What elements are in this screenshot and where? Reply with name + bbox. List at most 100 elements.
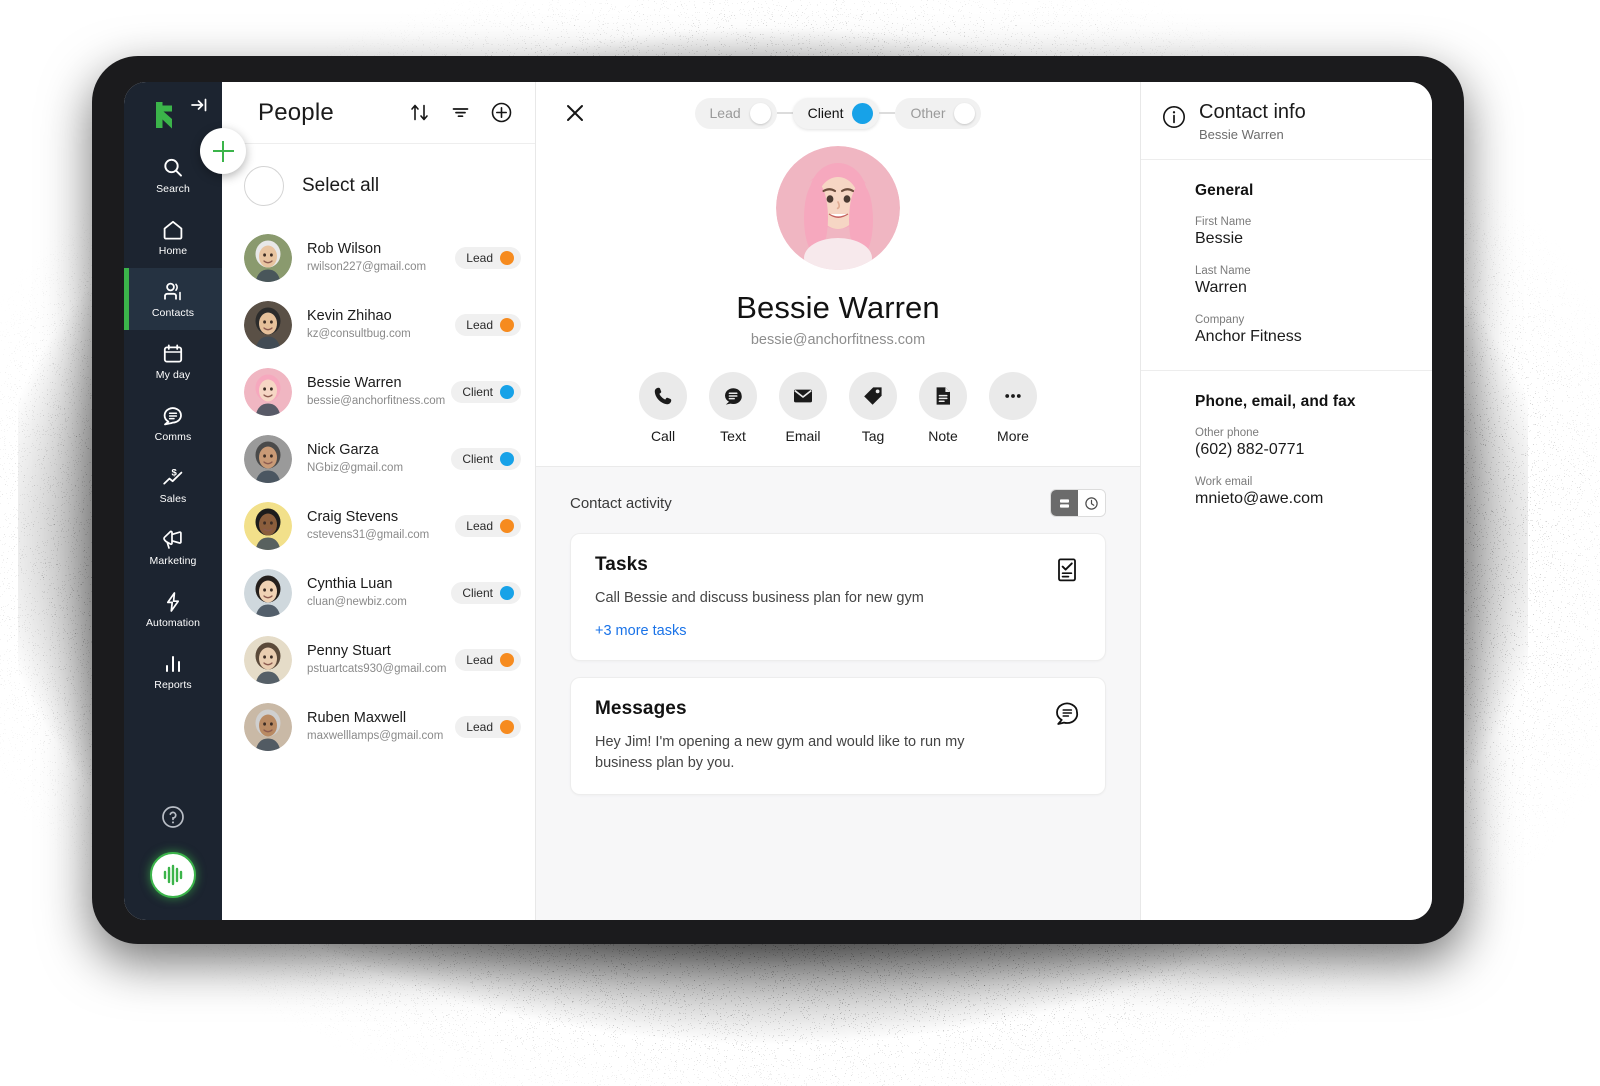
status-badge-label: Client	[462, 384, 493, 399]
status-badge-dot	[500, 719, 514, 734]
list-view-icon[interactable]	[1051, 490, 1078, 516]
question-circle-icon[interactable]	[160, 804, 186, 830]
audio-waveform-icon[interactable]	[150, 852, 196, 898]
search-icon	[161, 156, 185, 180]
contact-list-item[interactable]: Cynthia Luan cluan@newbiz.com Client	[222, 559, 535, 626]
contact-list-item-name: Rob Wilson	[307, 240, 382, 257]
sidebar-item-reports[interactable]: Reports	[124, 640, 222, 702]
messages-card-body: Hey Jim! I'm opening a new gym and would…	[595, 734, 965, 772]
info-field[interactable]: Company Anchor Fitness	[1195, 314, 1412, 346]
status-badge-dot	[500, 250, 514, 265]
add-contact-icon[interactable]	[490, 101, 513, 124]
action-more-button[interactable]: More	[989, 372, 1037, 444]
segment-label: Other	[910, 105, 946, 121]
people-header: People	[222, 82, 535, 144]
sidebar-item-my-day[interactable]: My day	[124, 330, 222, 392]
sidebar-label-search: Search	[156, 182, 190, 195]
clock-history-icon[interactable]	[1078, 490, 1105, 516]
sidebar-item-comms[interactable]: Comms	[124, 392, 222, 454]
action-text-button[interactable]: Text	[709, 372, 757, 444]
select-all-checkbox[interactable]	[244, 166, 284, 206]
more-tasks-link[interactable]: +3 more tasks	[595, 623, 686, 639]
info-field[interactable]: First Name Bessie	[1195, 216, 1412, 248]
contact-list-item-name: Kevin Zhihao	[307, 307, 392, 324]
close-icon[interactable]	[562, 100, 588, 126]
contact-actions: Call Text Email Tag Note More	[639, 372, 1037, 444]
info-field-value: Warren	[1195, 279, 1247, 296]
calendar-icon	[161, 342, 185, 366]
contact-list-item-meta: Penny Stuart pstuartcats930@gmail.com	[307, 642, 449, 678]
action-email-button[interactable]: Email	[779, 372, 827, 444]
sidebar-label-contacts: Contacts	[151, 306, 195, 319]
sidebar-label-reports: Reports	[154, 678, 192, 691]
keap-logo[interactable]	[148, 98, 182, 132]
sidebar-label-automation: Automation	[145, 616, 201, 629]
select-all-label: Select all	[302, 175, 380, 196]
status-badge-label: Lead	[466, 250, 493, 265]
status-badge[interactable]: Lead	[455, 648, 521, 671]
status-badge[interactable]: Lead	[455, 313, 521, 336]
message-icon	[709, 372, 757, 420]
status-badge[interactable]: Client	[451, 380, 521, 403]
sort-icon[interactable]	[408, 101, 431, 124]
activity-header: Contact activity	[570, 489, 1106, 517]
contact-list-item[interactable]: Kevin Zhihao kz@consultbug.com Lead	[222, 291, 535, 358]
segment-client[interactable]: Client	[792, 97, 880, 129]
contact-list-item-name: Cynthia Luan	[307, 575, 393, 592]
filter-icon[interactable]	[449, 101, 472, 124]
lightning-bolt-icon	[161, 590, 185, 614]
envelope-icon	[779, 372, 827, 420]
info-field[interactable]: Work email mnieto@awe.com	[1195, 476, 1412, 508]
status-badge[interactable]: Lead	[455, 514, 521, 537]
info-field-label: Other phone	[1195, 427, 1259, 439]
contact-list-item-meta: Nick Garza NGbiz@gmail.com	[307, 441, 445, 477]
segment-other[interactable]: Other	[895, 97, 982, 129]
sidebar-item-automation[interactable]: Automation	[124, 578, 222, 640]
sidebar-label-my-day: My day	[155, 368, 191, 381]
people-panel: People Select all Rob Wilson rwilson227@…	[222, 82, 536, 920]
sidebar-item-marketing[interactable]: Marketing	[124, 516, 222, 578]
collapse-panel-icon[interactable]	[188, 94, 210, 116]
tasks-card[interactable]: Tasks Call Bessie and discuss business p…	[570, 533, 1106, 662]
checklist-icon	[1053, 556, 1081, 584]
sidebar-label-home: Home	[158, 244, 188, 257]
app-viewport: Search Home Contacts My day Comms $ Sale…	[124, 82, 1432, 920]
bar-chart-icon	[161, 652, 185, 676]
status-badge-dot	[500, 585, 514, 600]
contact-list-item[interactable]: Penny Stuart pstuartcats930@gmail.com Lead	[222, 626, 535, 693]
contact-activity-section: Contact activity Tasks Call Bessie and d…	[536, 467, 1140, 920]
contact-list-item[interactable]: Bessie Warren bessie@anchorfitness.com Cli…	[222, 358, 535, 425]
status-badge[interactable]: Lead	[455, 246, 521, 269]
activity-view-toggle[interactable]	[1050, 489, 1106, 517]
contact-list-item[interactable]: Rob Wilson rwilson227@gmail.com Lead	[222, 224, 535, 291]
select-all-row[interactable]: Select all	[222, 144, 535, 224]
contact-list-item[interactable]: Ruben Maxwell maxwelllamps@gmail.com Lead	[222, 693, 535, 760]
contact-list-item[interactable]: Craig Stevens cstevens31@gmail.com Lead	[222, 492, 535, 559]
status-badge-dot	[500, 384, 514, 399]
segment-lead[interactable]: Lead	[694, 97, 777, 129]
sidebar-item-sales[interactable]: $ Sales	[124, 454, 222, 516]
info-field-value: Anchor Fitness	[1195, 328, 1302, 345]
info-field[interactable]: Other phone (602) 882-0771	[1195, 427, 1412, 459]
info-field-value: mnieto@awe.com	[1195, 490, 1324, 507]
action-note-button[interactable]: Note	[919, 372, 967, 444]
contact-list-item-email: bessie@anchorfitness.com	[307, 395, 446, 408]
sidebar-item-home[interactable]: Home	[124, 206, 222, 268]
messages-card[interactable]: Messages Hey Jim! I'm opening a new gym …	[570, 677, 1106, 796]
contact-list-item[interactable]: Nick Garza NGbiz@gmail.com Client	[222, 425, 535, 492]
add-floating-button[interactable]	[200, 128, 246, 174]
contact-info-title: Contact info	[1199, 101, 1306, 123]
page-title: People	[258, 98, 334, 126]
status-badge[interactable]: Lead	[455, 715, 521, 738]
contact-detail-panel: Lead Client Other Bessie Warren bessie@a…	[536, 82, 1140, 920]
sidebar-item-contacts[interactable]: Contacts	[124, 268, 222, 330]
status-badge[interactable]: Client	[451, 447, 521, 470]
avatar	[244, 568, 292, 617]
lead-client-other-toggle[interactable]: Lead Client Other	[694, 97, 982, 129]
action-call-button[interactable]: Call	[639, 372, 687, 444]
info-field[interactable]: Last Name Warren	[1195, 265, 1412, 297]
status-badge[interactable]: Client	[451, 581, 521, 604]
contact-list-item-email: rwilson227@gmail.com	[307, 261, 427, 274]
action-tag-button[interactable]: Tag	[849, 372, 897, 444]
status-badge-dot	[500, 518, 514, 533]
